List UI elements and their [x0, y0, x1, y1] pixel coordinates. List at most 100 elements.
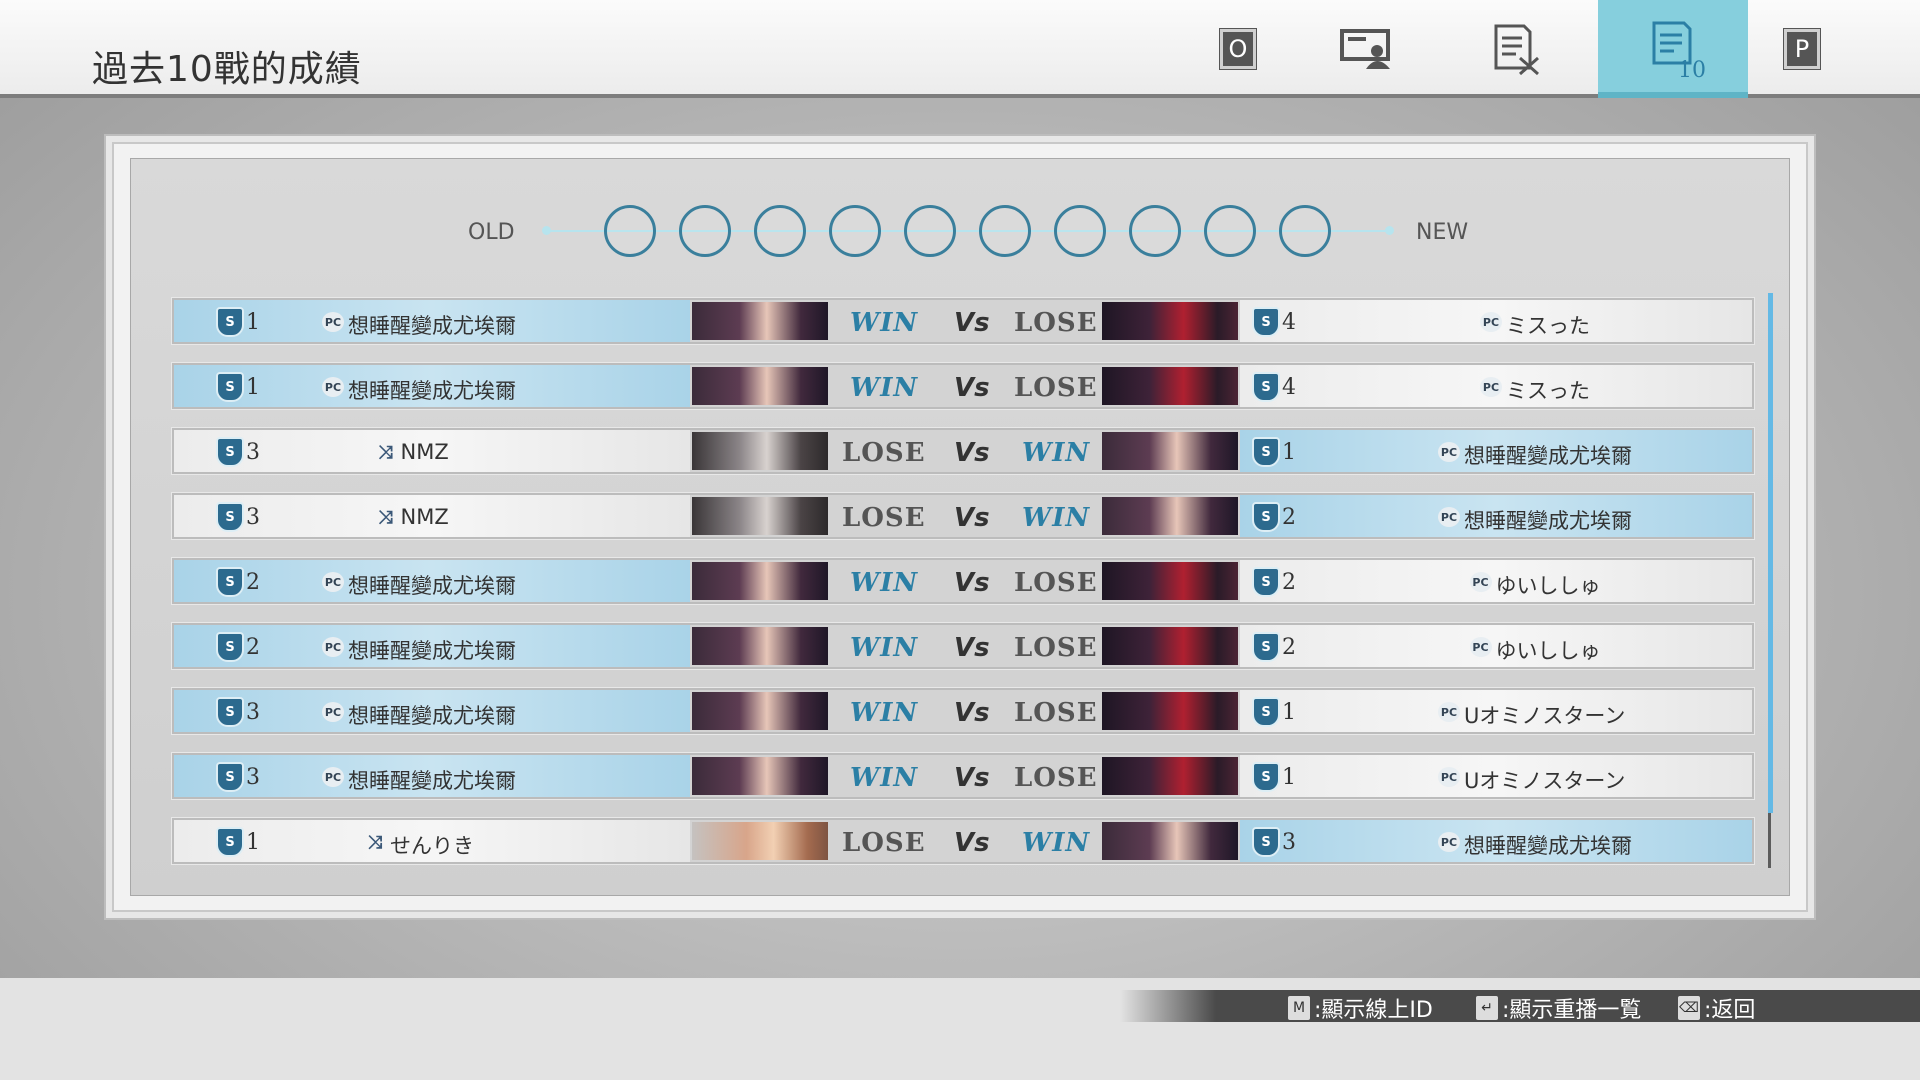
right-result: LOSE [1014, 568, 1098, 598]
right-player-name: Uオミノスターン [1464, 704, 1626, 728]
left-rank: 1 [246, 830, 260, 855]
right-result: LOSE [1014, 633, 1098, 663]
left-player-name: せんりき [390, 834, 474, 858]
shuffle-icon: ⤨ [367, 831, 383, 853]
right-rank: 1 [1282, 765, 1296, 790]
pc-tag-icon: PC [1480, 377, 1502, 397]
rank-shield-icon: S [1252, 372, 1280, 402]
match-row[interactable]: S 2 PC 想睡醒變成尤埃爾 WIN Vs LOSE S 2 PC ゆいししゅ [171, 622, 1755, 670]
pc-tag-icon: PC [1438, 507, 1460, 527]
rank-shield-icon: S [216, 502, 244, 532]
left-player-name: NMZ [400, 505, 449, 529]
vs-label: Vs [954, 763, 990, 793]
top-header: 過去10戰的成績 O 10 P [0, 0, 1920, 98]
right-player-name: ミスった [1506, 379, 1590, 403]
right-player-name: ゆいししゅ [1495, 639, 1601, 663]
right-character-portrait [1102, 367, 1238, 405]
timeline-old-label: OLD [468, 220, 515, 245]
right-result: WIN [1022, 828, 1091, 858]
rank-shield-icon: S [216, 437, 244, 467]
rank-shield-icon: S [1252, 502, 1280, 532]
timeline-line [545, 230, 1390, 232]
pc-tag-icon: PC [322, 702, 344, 722]
tab-last10[interactable]: 10 [1598, 0, 1748, 98]
timeline-slot-circle [979, 205, 1031, 257]
left-character-portrait [692, 757, 828, 795]
right-result: LOSE [1014, 373, 1098, 403]
hint-show-replay-list[interactable]: ↵ :顯示重播一覧 [1476, 992, 1641, 1024]
rank-shield-icon: S [1252, 307, 1280, 337]
left-result: LOSE [842, 438, 926, 468]
right-result: LOSE [1014, 308, 1098, 338]
match-row[interactable]: S 3 ⤨ NMZ LOSE Vs WIN S 2 PC 想睡醒變成尤埃爾 [171, 492, 1755, 540]
match-row[interactable]: S 3 ⤨ NMZ LOSE Vs WIN S 1 PC 想睡醒變成尤埃爾 [171, 427, 1755, 475]
match-row[interactable]: S 3 PC 想睡醒變成尤埃爾 WIN Vs LOSE S 1 PC Uオミノスターン [171, 752, 1755, 800]
right-character-portrait [1102, 627, 1238, 665]
tab-player-card[interactable] [1292, 0, 1442, 98]
timeline-start-dot [542, 226, 551, 235]
rank-shield-icon: S [216, 697, 244, 727]
right-result: WIN [1022, 438, 1091, 468]
left-rank: 2 [246, 570, 260, 595]
shuffle-icon: ⤨ [378, 441, 393, 463]
tab-p[interactable]: P [1727, 0, 1877, 98]
rank-shield-icon: S [1252, 762, 1280, 792]
match-row[interactable]: S 3 PC 想睡醒變成尤埃爾 WIN Vs LOSE S 1 PC Uオミノスターン [171, 687, 1755, 735]
left-character-portrait [692, 627, 828, 665]
vs-label: Vs [954, 308, 990, 338]
timeline-slot-circle [679, 205, 731, 257]
left-rank: 1 [246, 375, 260, 400]
right-character-portrait [1102, 822, 1238, 860]
match-row[interactable]: S 1 PC 想睡醒變成尤埃爾 WIN Vs LOSE S 4 PC ミスった [171, 297, 1755, 345]
timeline-slot-circle [1204, 205, 1256, 257]
left-result: LOSE [842, 503, 926, 533]
right-rank: 2 [1282, 505, 1296, 530]
rank-shield-icon: S [216, 307, 244, 337]
shuffle-icon: ⤨ [378, 506, 393, 528]
left-character-portrait [692, 302, 828, 340]
hint-back[interactable]: ⌫ :返回 [1678, 992, 1755, 1024]
left-rank: 3 [246, 765, 260, 790]
right-rank: 1 [1282, 440, 1296, 465]
pc-tag-icon: PC [322, 312, 344, 332]
backspace-key-icon: ⌫ [1678, 996, 1700, 1020]
hint-label: :返回 [1704, 998, 1756, 1023]
scrollbar-thumb[interactable] [1768, 293, 1773, 813]
p-key-icon: P [1783, 28, 1821, 70]
right-rank: 4 [1282, 310, 1296, 335]
pc-tag-icon: PC [1438, 702, 1460, 722]
hint-label: :顯示重播一覧 [1502, 998, 1642, 1023]
right-player-name: Uオミノスターン [1464, 769, 1626, 793]
timeline-end-dot [1385, 226, 1394, 235]
left-character-portrait [692, 497, 828, 535]
timeline-slot-circle [829, 205, 881, 257]
left-player-name: 想睡醒變成尤埃爾 [348, 769, 516, 793]
left-result: WIN [850, 698, 919, 728]
match-row[interactable]: S 1 ⤨ せんりき LOSE Vs WIN S 3 PC 想睡醒變成尤埃爾 [171, 817, 1755, 865]
left-result: WIN [850, 633, 919, 663]
hint-label: :顯示線上ID [1314, 998, 1433, 1023]
tab-o[interactable]: O [1163, 0, 1313, 98]
right-character-portrait [1102, 692, 1238, 730]
left-result: WIN [850, 308, 919, 338]
right-result: LOSE [1014, 698, 1098, 728]
pc-tag-icon: PC [1480, 312, 1502, 332]
left-player-name: 想睡醒變成尤埃爾 [348, 639, 516, 663]
match-row[interactable]: S 2 PC 想睡醒變成尤埃爾 WIN Vs LOSE S 2 PC ゆいししゅ [171, 557, 1755, 605]
right-character-portrait [1102, 497, 1238, 535]
timeline-slot-circle [754, 205, 806, 257]
left-player-name: 想睡醒變成尤埃爾 [348, 314, 516, 338]
timeline-slot-circle [1054, 205, 1106, 257]
left-result: WIN [850, 763, 919, 793]
match-row[interactable]: S 1 PC 想睡醒變成尤埃爾 WIN Vs LOSE S 4 PC ミスった [171, 362, 1755, 410]
timeline-slot-circle [904, 205, 956, 257]
left-rank: 2 [246, 635, 260, 660]
page-title: 過去10戰的成績 [92, 49, 362, 90]
tab-stats-edit[interactable] [1442, 0, 1592, 98]
rank-shield-icon: S [216, 632, 244, 662]
left-player-name: 想睡醒變成尤埃爾 [348, 379, 516, 403]
right-result: LOSE [1014, 763, 1098, 793]
left-rank: 3 [246, 700, 260, 725]
vs-label: Vs [954, 698, 990, 728]
hint-show-online-id[interactable]: M :顯示線上ID [1288, 992, 1433, 1024]
